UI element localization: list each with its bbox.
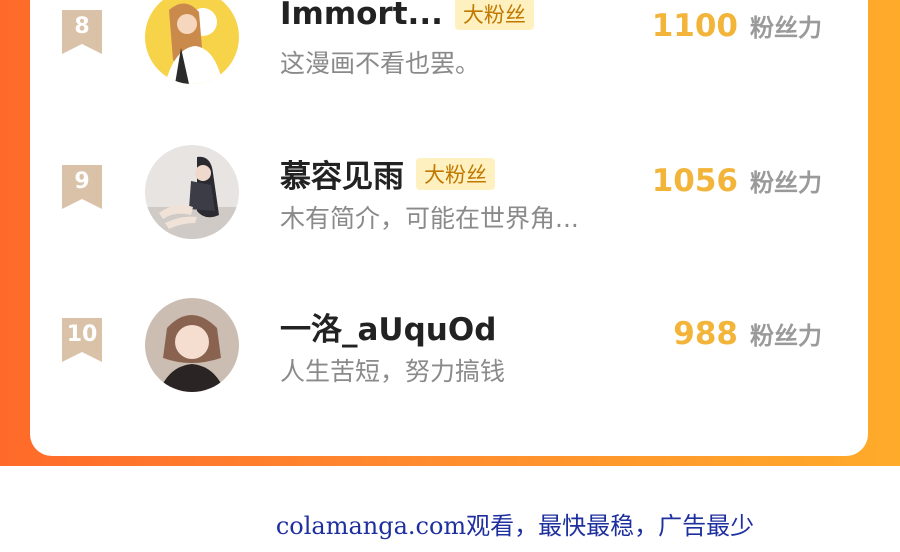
user-bio: 人生苦短，努力搞钱 bbox=[280, 357, 506, 386]
avatar-illustration bbox=[145, 0, 239, 84]
fan-power-unit: 粉丝力 bbox=[750, 14, 822, 42]
fan-level-badge: 大粉丝 bbox=[416, 157, 495, 190]
fan-power-value: 988 bbox=[673, 316, 738, 352]
user-bio: 木有简介，可能在世界角... bbox=[280, 204, 579, 233]
avatar[interactable] bbox=[145, 145, 239, 239]
ranking-card: 8 Immort... 大粉丝 这漫画不看也罢。 1100 粉丝力 9 慕容见雨… bbox=[30, 0, 868, 456]
avatar[interactable] bbox=[145, 0, 239, 84]
ranking-row[interactable]: 9 慕容见雨 大粉丝 木有简介，可能在世界角... 1056 粉丝力 bbox=[30, 145, 868, 255]
username[interactable]: 慕容见雨 bbox=[280, 151, 404, 196]
avatar-photo bbox=[145, 298, 239, 392]
fan-power-value: 1100 bbox=[651, 8, 738, 44]
avatar[interactable] bbox=[145, 298, 239, 392]
rank-number: 9 bbox=[74, 169, 90, 194]
username[interactable]: Immort... bbox=[280, 0, 443, 32]
fan-level-badge: 大粉丝 bbox=[454, 0, 534, 30]
fan-power-value: 1056 bbox=[651, 163, 738, 199]
ranking-row[interactable]: 8 Immort... 大粉丝 这漫画不看也罢。 1100 粉丝力 bbox=[30, 0, 868, 100]
fan-power: 1100 粉丝力 bbox=[652, 8, 822, 44]
rank-badge: 8 bbox=[60, 8, 104, 56]
fan-power: 1056 粉丝力 bbox=[652, 163, 822, 199]
ranking-frame: 8 Immort... 大粉丝 这漫画不看也罢。 1100 粉丝力 9 慕容见雨… bbox=[0, 0, 900, 466]
rank-badge: 9 bbox=[60, 163, 104, 211]
username[interactable]: 一洛_aUquOd bbox=[280, 304, 496, 349]
rank-number: 10 bbox=[66, 322, 98, 347]
fan-power-unit: 粉丝力 bbox=[750, 169, 822, 197]
fan-power: 988 粉丝力 bbox=[673, 316, 822, 352]
rank-number: 8 bbox=[74, 14, 90, 39]
watermark-text: colamanga.com观看，最快最稳，广告最少 bbox=[275, 512, 755, 540]
fan-power-unit: 粉丝力 bbox=[750, 322, 822, 350]
avatar-photo bbox=[145, 145, 239, 239]
user-bio: 这漫画不看也罢。 bbox=[280, 49, 481, 78]
rank-badge: 10 bbox=[60, 316, 104, 364]
ranking-row[interactable]: 10 一洛_aUquOd 人生苦短，努力搞钱 988 粉丝力 bbox=[30, 298, 868, 408]
